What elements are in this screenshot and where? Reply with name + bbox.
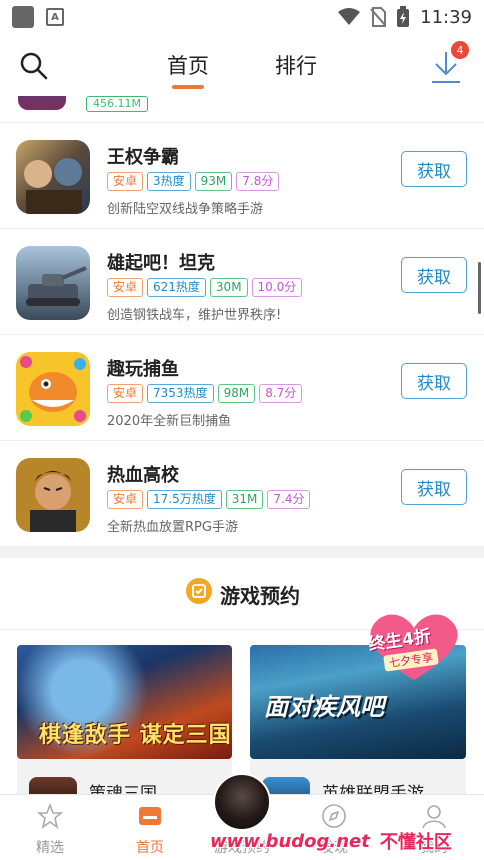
app-list-item[interactable]: 热血高校 安卓 17.5万热度 31M 7.4分 全新热血放置RPG手游 获取: [0, 441, 484, 547]
scrollbar[interactable]: [478, 262, 481, 314]
size-tag: 93M: [194, 172, 233, 191]
center-avatar-button[interactable]: [213, 773, 271, 831]
app-list-item[interactable]: 雄起吧！坦克 安卓 621热度 30M 10.0分 创造钢铁战车，维护世界秩序!…: [0, 229, 484, 335]
notification-app-icon: [12, 6, 34, 28]
reservation-game-card[interactable]: 英雄联盟手游: [250, 759, 466, 807]
nav-label: 首页: [136, 840, 164, 856]
heat-tag: 621热度: [147, 278, 206, 297]
get-button[interactable]: 获取: [401, 257, 467, 293]
tab-ranking[interactable]: 排行: [275, 50, 317, 80]
app-tags: 安卓 3热度 93M 7.8分: [107, 172, 280, 191]
download-count-badge: 4: [451, 41, 469, 59]
status-bar: A 11:39: [0, 0, 484, 34]
nav-featured[interactable]: 精选: [10, 795, 90, 860]
app-list-item[interactable]: 趣玩捕鱼 安卓 7353热度 98M 8.7分 2020年全新巨制捕鱼 获取: [0, 335, 484, 441]
banner-art-text: 面对疾风吧: [264, 693, 384, 721]
app-icon-rexue: [16, 458, 90, 532]
app-tags: 安卓 621热度 30M 10.0分: [107, 278, 303, 297]
wifi-icon: [338, 8, 361, 25]
score-tag: 7.8分: [236, 172, 280, 191]
nav-label: 精选: [36, 840, 64, 856]
size-tag: 30M: [209, 278, 248, 297]
app-description: 全新热血放置RPG手游: [107, 520, 238, 535]
size-tag: 31M: [225, 490, 264, 509]
app-name: 趣玩捕鱼: [107, 359, 179, 380]
app-icon-partial: [18, 96, 66, 110]
watermark-brand: 不懂社区: [379, 832, 452, 853]
accessibility-icon: A: [46, 8, 64, 26]
app-tags: 安卓 7353热度 98M 8.7分: [107, 384, 303, 403]
size-tag: 456.11M: [86, 96, 148, 112]
app-icon-wangquan: [16, 140, 90, 214]
app-list: 王权争霸 安卓 3热度 93M 7.8分 创新陆空双线战争策略手游 获取 雄起吧…: [0, 123, 484, 547]
active-tab-indicator: [172, 85, 204, 89]
top-header: 首页 排行: [0, 34, 484, 96]
calendar-check-icon: [186, 578, 212, 604]
reservation-game-card[interactable]: 策魂三国: [17, 759, 232, 807]
home-icon: [139, 807, 161, 825]
score-tag: 10.0分: [251, 278, 303, 297]
search-icon: [20, 52, 48, 80]
star-icon: [37, 803, 63, 829]
watermark-url: www.budog.net: [210, 830, 370, 852]
reservation-banner[interactable]: 棋逢敌手 谋定三国: [17, 645, 232, 759]
platform-tag: 安卓: [107, 490, 144, 509]
app-name: 雄起吧！坦克: [107, 253, 215, 274]
no-sim-icon: [370, 7, 387, 27]
list-item-partial[interactable]: 456.11M: [0, 96, 484, 116]
app-description: 创新陆空双线战争策略手游: [107, 202, 264, 217]
heat-tag: 7353热度: [147, 384, 214, 403]
app-description: 创造钢铁战车，维护世界秩序!: [107, 308, 282, 323]
size-tag: 98M: [217, 384, 256, 403]
status-time: 11:39: [420, 6, 472, 28]
app-tags: 安卓 17.5万热度 31M 7.4分: [107, 490, 311, 509]
heat-tag: 3热度: [147, 172, 191, 191]
app-name: 王权争霸: [107, 147, 179, 168]
score-tag: 7.4分: [267, 490, 311, 509]
score-tag: 8.7分: [259, 384, 303, 403]
nav-home[interactable]: 首页: [110, 795, 190, 860]
watermark: www.budog.net 不懂社区: [210, 826, 484, 856]
app-name: 热血高校: [107, 465, 179, 486]
search-button[interactable]: [18, 50, 50, 82]
battery-charging-icon: [397, 6, 410, 27]
banner-art-text: 棋逢敌手 谋定三国: [39, 723, 232, 748]
reservation-title: 游戏预约: [220, 584, 300, 608]
tab-home[interactable]: 首页: [167, 50, 209, 80]
app-icon-tank: [16, 246, 90, 320]
section-divider: [0, 547, 484, 558]
platform-tag: 安卓: [107, 384, 144, 403]
get-button[interactable]: 获取: [401, 151, 467, 187]
app-list-item[interactable]: 王权争霸 安卓 3热度 93M 7.8分 创新陆空双线战争策略手游 获取: [0, 123, 484, 229]
platform-tag: 安卓: [107, 278, 144, 297]
get-button[interactable]: 获取: [401, 363, 467, 399]
app-screen: A 11:39 首页 排行 4 456.11M 王权争霸 安卓 3热度 93M …: [0, 0, 484, 860]
platform-tag: 安卓: [107, 172, 144, 191]
app-icon-fishing: [16, 352, 90, 426]
get-button[interactable]: 获取: [401, 469, 467, 505]
app-description: 2020年全新巨制捕鱼: [107, 414, 232, 429]
heat-tag: 17.5万热度: [147, 490, 222, 509]
